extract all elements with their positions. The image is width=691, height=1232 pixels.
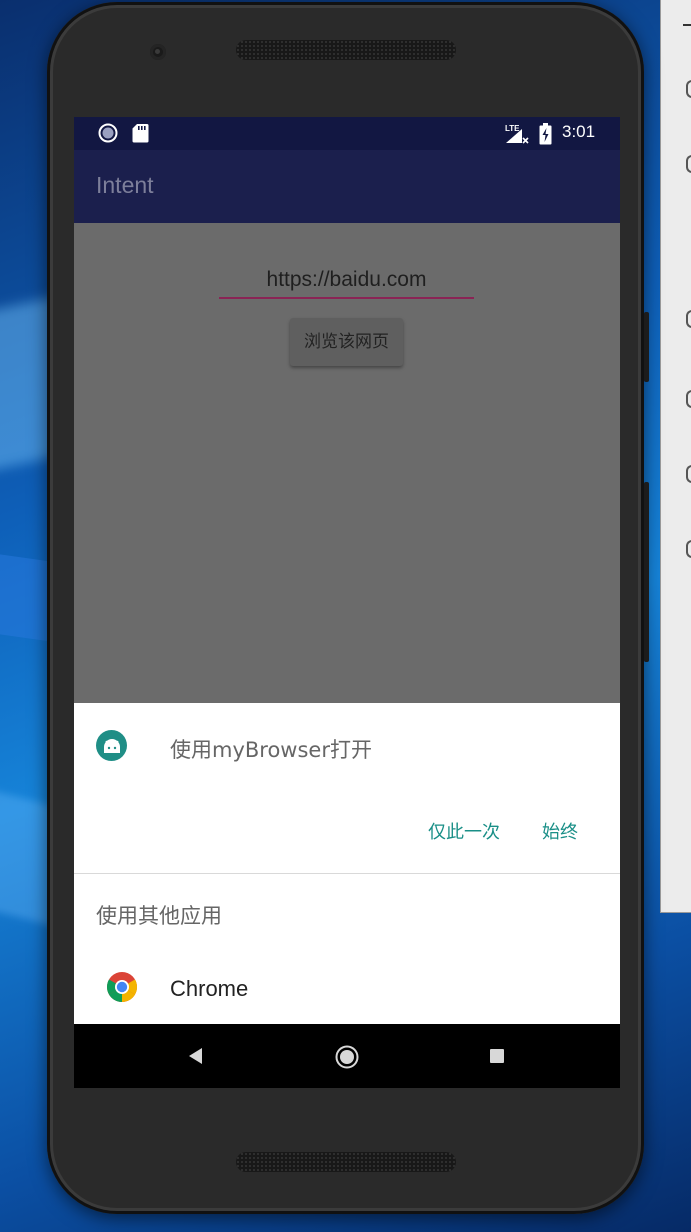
status-time: 3:01 — [562, 122, 596, 141]
toolbar-icon[interactable] — [686, 80, 691, 98]
other-apps-heading: 使用其他应用 — [96, 904, 222, 928]
phone-screen: LTE 3:01 Intent https://baidu.com 浏览该网页 — [74, 117, 620, 1088]
app-option-label: Chrome — [170, 976, 249, 1001]
app-title: Intent — [96, 172, 154, 198]
navigation-bar — [74, 1024, 620, 1088]
always-button[interactable]: 始终 — [542, 818, 578, 844]
toolbar-icon[interactable] — [686, 465, 691, 483]
toolbar-icon[interactable] — [686, 155, 691, 173]
toolbar-icon[interactable] — [686, 540, 691, 558]
app-chooser-sheet: 使用myBrowser打开 仅此一次 始终 使用其他应用 Chrome — [74, 703, 620, 1024]
open-with-label: 使用myBrowser打开 — [170, 738, 372, 762]
back-icon[interactable] — [186, 1046, 206, 1066]
chrome-icon — [106, 971, 138, 1003]
url-input[interactable]: https://baidu.com — [219, 263, 474, 299]
network-type-label: LTE — [505, 124, 520, 133]
battery-charging-icon — [539, 123, 552, 145]
toolbar-icon[interactable] — [686, 390, 691, 408]
minimize-icon[interactable] — [683, 24, 691, 26]
status-bar: LTE 3:01 — [74, 117, 620, 150]
top-speaker — [236, 40, 456, 60]
volume-button[interactable] — [644, 312, 649, 382]
home-icon[interactable] — [335, 1045, 359, 1069]
sd-card-icon — [132, 123, 149, 143]
divider — [74, 873, 620, 874]
toolbar-icon[interactable] — [686, 310, 691, 328]
power-button[interactable] — [644, 482, 649, 662]
app-option-chrome[interactable]: Chrome — [74, 953, 620, 1023]
background-window — [660, 0, 691, 913]
app-bar: Intent — [74, 150, 620, 223]
recents-icon[interactable] — [490, 1049, 504, 1063]
lte-signal-icon: LTE — [504, 123, 530, 145]
bottom-speaker — [236, 1152, 456, 1172]
android-app-icon — [96, 730, 127, 761]
front-camera — [150, 44, 166, 60]
sync-icon — [98, 123, 118, 143]
just-once-button[interactable]: 仅此一次 — [428, 818, 500, 844]
browse-webpage-button[interactable]: 浏览该网页 — [290, 318, 403, 366]
main-content-dimmed: https://baidu.com 浏览该网页 — [74, 223, 620, 703]
